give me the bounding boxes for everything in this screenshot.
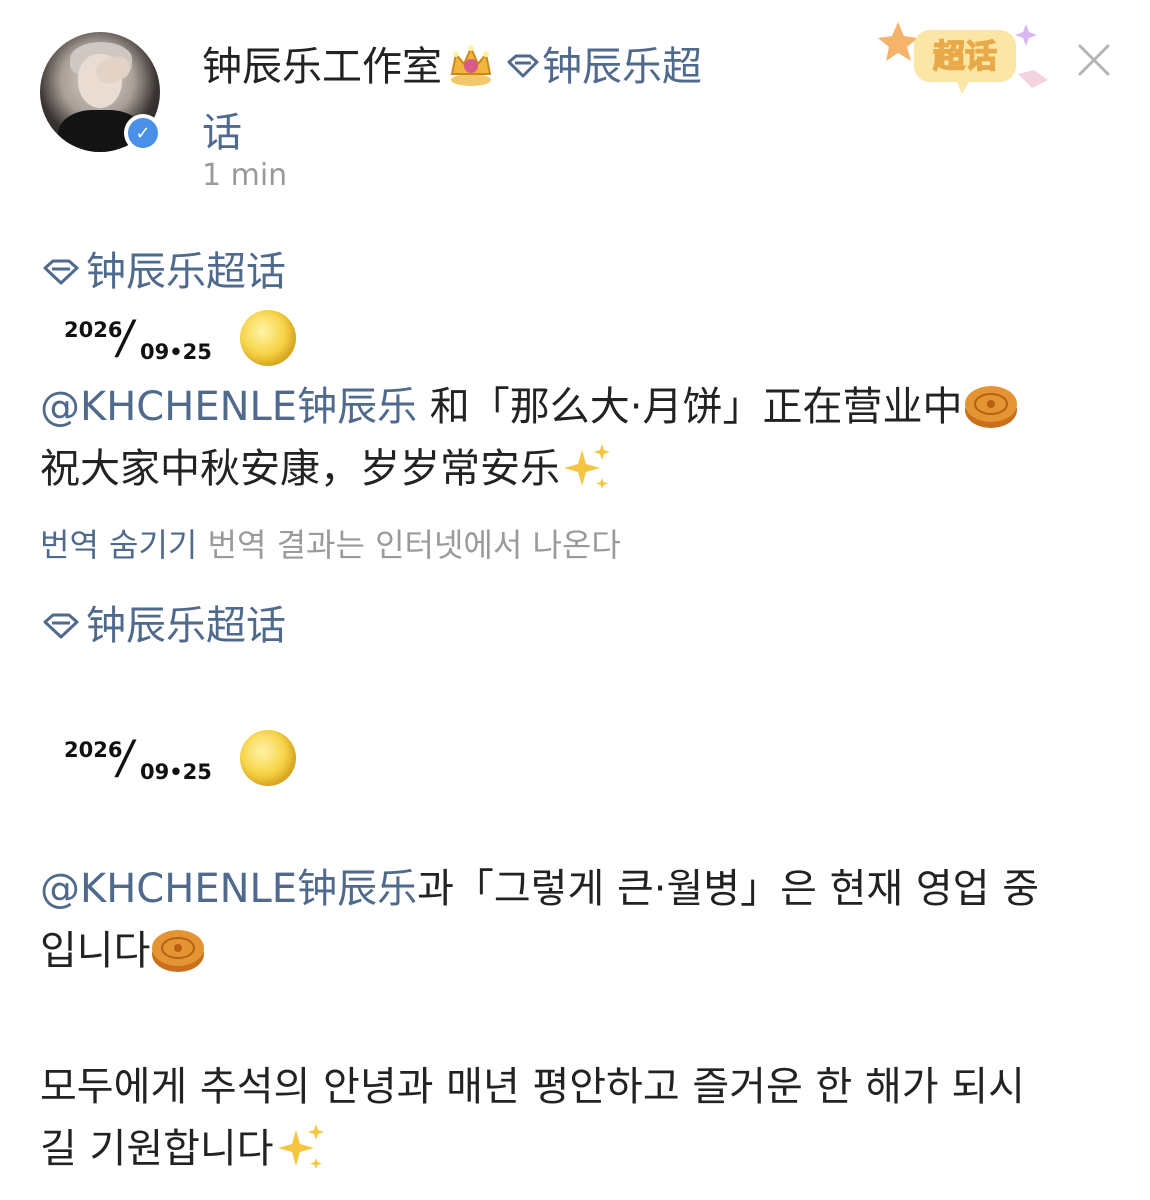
diamond-topic-icon: [507, 54, 539, 78]
badge-label: 超话: [933, 37, 997, 75]
verified-icon: ✓: [124, 114, 162, 152]
date-year: 2026: [64, 318, 123, 342]
close-icon[interactable]: [1072, 40, 1116, 80]
hide-translation-link[interactable]: 번역 숨기기: [40, 526, 197, 564]
post-text-kr-2: 모두에게 추석의 안녕과 매년 평안하고 즐거운 한 해가 되시 길 기원합니다: [40, 1056, 1120, 1180]
diamond-topic-icon: [43, 613, 79, 639]
text-segment: 입니다: [40, 928, 151, 974]
post-text-kr-1: @KHCHENLE钟辰乐과「그렇게 큰·월병」은 현재 영업 중 입니다: [40, 858, 1120, 982]
date-month-day: 09•25: [140, 340, 212, 364]
post-text-cn: @KHCHENLE钟辰乐 和「那么大·月饼」正在营业中 祝大家中秋安康，岁岁常安…: [40, 376, 1120, 500]
text-segment: 모두에게 추석의 안녕과 매년 평안하고 즐거운 한 해가 되시: [40, 1064, 1025, 1110]
date-month-day: 09•25: [140, 760, 212, 784]
date-year: 2026: [64, 738, 123, 762]
full-moon-icon: [240, 310, 296, 366]
super-topic-badge[interactable]: 超话: [878, 14, 1054, 96]
topic-label[interactable]: 钟辰乐超话: [86, 598, 286, 654]
crown-badge-icon: [450, 45, 492, 86]
sparkles-icon: [277, 1124, 324, 1169]
text-segment: 祝大家中秋安康，岁岁常安乐: [40, 446, 560, 492]
translation-note: 번역 결과는 인터넷에서 나온다: [197, 526, 621, 564]
mooncake-icon: [964, 386, 1017, 428]
username[interactable]: 钟辰乐工作室: [202, 44, 442, 90]
full-moon-icon: [240, 730, 296, 786]
text-segment: 和「那么大·月饼」正在营业中: [417, 384, 963, 430]
mention-link[interactable]: @KHCHENLE钟辰乐: [40, 866, 417, 912]
date-stamp-2: 2026 / 09•25: [64, 730, 224, 788]
sparkles-icon: [564, 444, 610, 489]
mooncake-icon: [152, 930, 205, 972]
mention-link[interactable]: @KHCHENLE钟辰乐: [40, 384, 417, 430]
translation-row: 번역 숨기기 번역 결과는 인터넷에서 나온다: [40, 520, 621, 566]
topic-label[interactable]: 钟辰乐超话: [86, 244, 286, 300]
post-time: 1 min: [202, 158, 288, 193]
text-segment: 과「그렇게 큰·월병」은 현재 영업 중: [417, 866, 1040, 912]
date-stamp-1: 2026 / 09•25: [64, 310, 224, 368]
topic-link-2[interactable]: 钟辰乐超话: [42, 598, 286, 654]
diamond-topic-icon: [43, 259, 79, 285]
post-header-title: 钟辰乐工作室 钟辰乐超话: [202, 34, 762, 166]
topic-link-1[interactable]: 钟辰乐超话: [42, 244, 286, 300]
text-segment: 길 기원합니다: [40, 1126, 274, 1172]
